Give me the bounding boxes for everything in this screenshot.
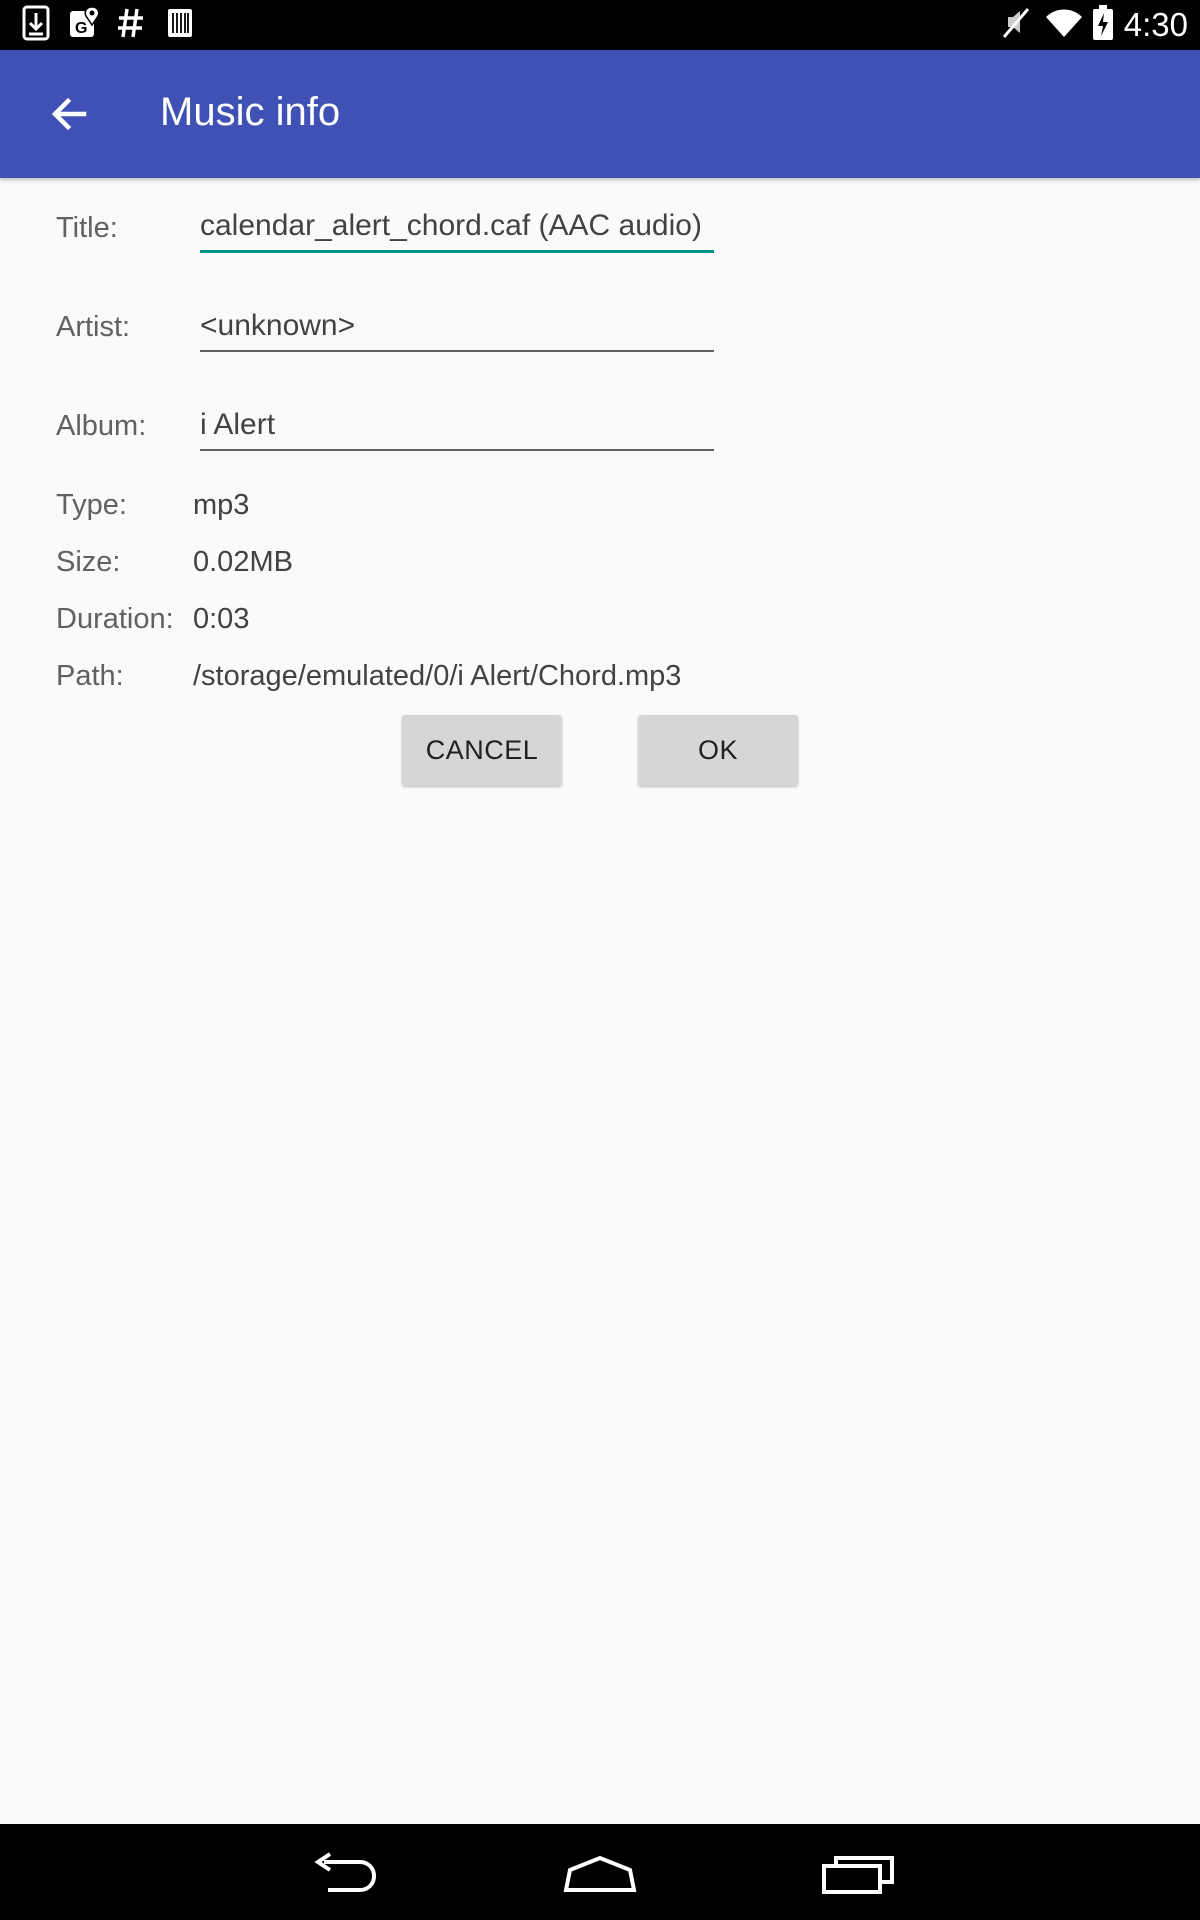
duration-label: Duration:	[56, 603, 174, 635]
size-label: Size:	[56, 546, 121, 578]
path-value: /storage/emulated/0/i Alert/Chord.mp3	[193, 660, 682, 692]
type-label: Type:	[56, 489, 127, 521]
page-title: Music info	[160, 90, 341, 134]
back-nav-icon[interactable]	[308, 1852, 380, 1896]
arrow-back-icon	[51, 97, 87, 131]
barcode-icon	[168, 9, 192, 37]
type-value: mp3	[193, 489, 250, 521]
album-field[interactable]	[200, 405, 714, 451]
recents-nav-icon[interactable]	[820, 1852, 896, 1896]
battery-charging-icon	[1093, 5, 1113, 40]
svg-text:G: G	[75, 20, 87, 37]
ok-button[interactable]: OK	[638, 715, 798, 786]
wifi-icon	[1046, 9, 1082, 37]
album-label: Album:	[56, 410, 147, 442]
title-field[interactable]	[200, 206, 714, 253]
app-bar: Music info	[0, 50, 1200, 178]
artist-label: Artist:	[56, 311, 131, 343]
artist-input[interactable]	[200, 306, 714, 346]
clock: 4:30	[1123, 6, 1188, 43]
path-label: Path:	[56, 660, 124, 692]
status-bar: G 4:30	[0, 0, 1200, 50]
artist-field[interactable]	[200, 306, 714, 352]
duration-value: 0:03	[193, 603, 250, 635]
back-button[interactable]	[40, 86, 104, 142]
download-icon	[22, 5, 50, 41]
album-input[interactable]	[200, 405, 714, 445]
maps-icon: G	[70, 6, 100, 37]
hashtag-icon	[118, 8, 143, 38]
home-nav-icon[interactable]	[560, 1852, 640, 1896]
mute-icon	[1002, 8, 1030, 38]
title-label: Title:	[56, 212, 118, 244]
title-input[interactable]	[200, 206, 714, 246]
navigation-bar	[0, 1824, 1200, 1920]
cancel-button[interactable]: CANCEL	[402, 715, 562, 786]
size-value: 0.02MB	[193, 546, 293, 578]
